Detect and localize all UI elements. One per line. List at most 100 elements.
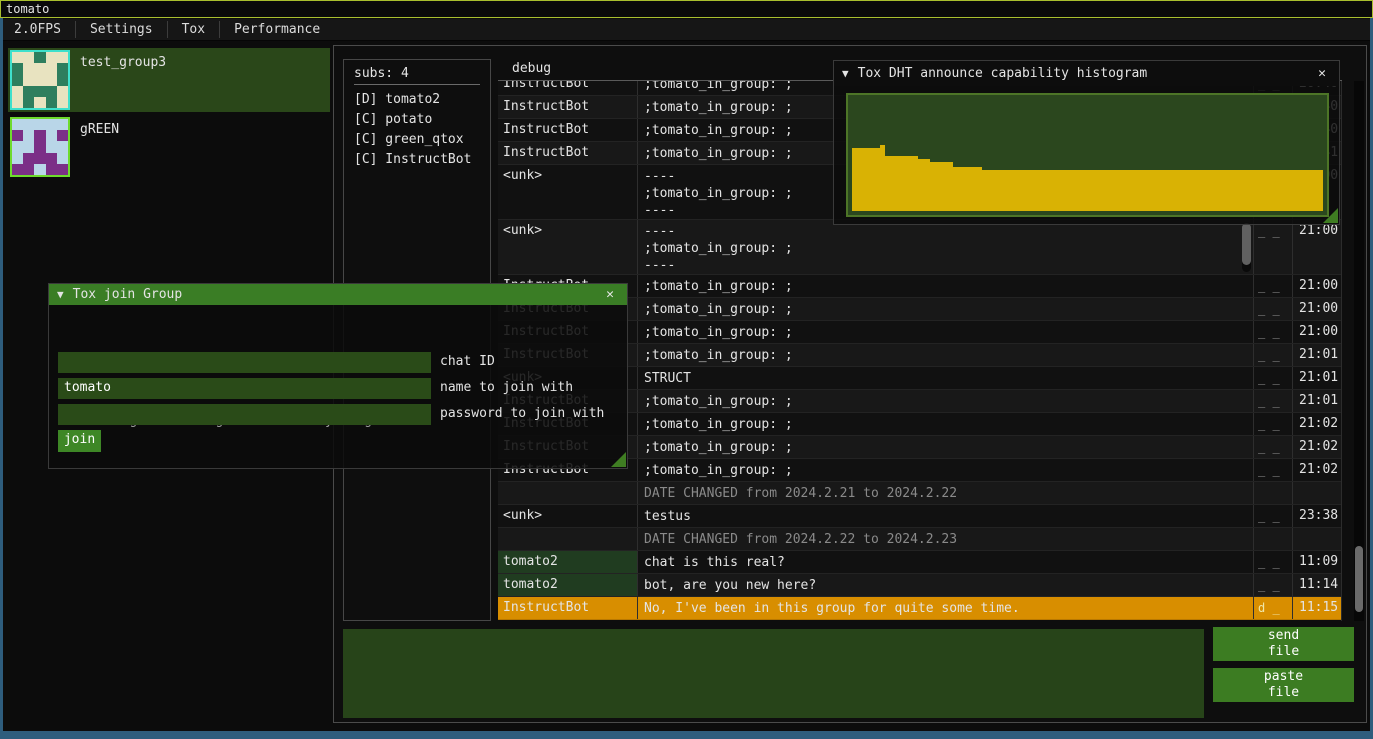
close-icon[interactable]: ✕ — [601, 287, 619, 302]
resize-grip[interactable] — [1323, 208, 1338, 223]
message-status-flags: _ _ — [1254, 574, 1293, 596]
message-text: ;tomato_in_group: ; — [638, 344, 1254, 366]
message-timestamp: 21:00 — [1293, 298, 1341, 320]
message-status-flags — [1254, 528, 1293, 550]
group-item-test_group3[interactable]: test_group3 — [8, 48, 330, 112]
subs-list: [D] tomato2[C] potato[C] green_qtox[C] I… — [354, 90, 480, 170]
message-sender — [498, 528, 638, 550]
histogram-window-titlebar[interactable]: ▼ Tox DHT announce capability histogram … — [834, 61, 1339, 86]
message-timestamp: 21:01 — [1293, 344, 1341, 366]
join-button[interactable]: join — [58, 430, 101, 452]
window-titlebar[interactable]: tomato — [0, 0, 1373, 18]
message-text: bot, are you new here? — [638, 574, 1254, 596]
subs-separator — [354, 84, 480, 85]
message-status-flags: _ _ — [1254, 298, 1293, 320]
message-sender: InstructBot — [498, 96, 638, 118]
message-timestamp: 21:00 — [1293, 275, 1341, 297]
menu-bar: 2.0FPS SettingsToxPerformance — [0, 19, 1373, 41]
send-file-button[interactable]: send file — [1213, 627, 1354, 661]
join-group-window: ▼ Tox join Group ✕ NGC refers to the New… — [48, 283, 628, 469]
join-name-input[interactable]: tomato — [58, 378, 431, 399]
join-password-input[interactable] — [58, 404, 431, 425]
message-text: ;tomato_in_group: ; — [638, 459, 1254, 481]
message-text: No, I've been in this group for quite so… — [638, 597, 1254, 619]
message-text: chat is this real? — [638, 551, 1254, 573]
group-name: test_group3 — [80, 55, 166, 70]
message-input[interactable] — [343, 629, 1204, 718]
date-changed-text: DATE CHANGED from 2024.2.22 to 2024.2.23 — [638, 528, 1254, 550]
message-status-flags: _ _ — [1254, 551, 1293, 573]
message-text: ;tomato_in_group: ; — [638, 321, 1254, 343]
join-password-input-label: password to join with — [440, 406, 604, 421]
message-text: ;tomato_in_group: ; — [638, 298, 1254, 320]
message-status-flags: _ _ — [1254, 390, 1293, 412]
chat-scrollbar[interactable] — [1354, 81, 1364, 621]
histogram-bars — [852, 95, 1323, 211]
message-inner-scrollbar-thumb[interactable] — [1242, 223, 1251, 265]
message-status-flags: _ _ — [1254, 436, 1293, 458]
collapse-arrow-icon[interactable]: ▼ — [57, 288, 64, 301]
message-timestamp — [1293, 482, 1341, 504]
message-timestamp: 11:09 — [1293, 551, 1341, 573]
member-item[interactable]: [D] tomato2 — [354, 90, 480, 110]
group-avatar — [10, 50, 70, 110]
resize-grip[interactable] — [611, 452, 626, 467]
message-timestamp: 21:02 — [1293, 436, 1341, 458]
histogram-bar-segment — [852, 148, 880, 211]
message-sender: InstructBot — [498, 142, 638, 164]
date-row: DATE CHANGED from 2024.2.22 to 2024.2.23 — [498, 528, 1341, 551]
message-text: STRUCT — [638, 367, 1254, 389]
member-item[interactable]: [C] green_qtox — [354, 130, 480, 150]
histogram-bar-segment — [982, 170, 1323, 211]
message-row: tomato2bot, are you new here?_ _11:14 — [498, 574, 1341, 597]
message-timestamp: 11:15 — [1293, 597, 1341, 619]
message-row: <unk>testus_ _23:38 — [498, 505, 1341, 528]
message-timestamp: 11:14 — [1293, 574, 1341, 596]
message-sender: <unk> — [498, 165, 638, 219]
histogram-window: ▼ Tox DHT announce capability histogram … — [833, 60, 1340, 225]
message-status-flags: _ _ — [1254, 275, 1293, 297]
message-status-flags: _ _ — [1254, 344, 1293, 366]
message-timestamp: 23:38 — [1293, 505, 1341, 527]
paste-file-button[interactable]: paste file — [1213, 668, 1354, 702]
join-window-title: Tox join Group — [73, 287, 592, 302]
message-status-flags: _ _ — [1254, 413, 1293, 435]
tab-debug[interactable]: debug — [498, 59, 565, 78]
collapse-arrow-icon[interactable]: ▼ — [842, 67, 849, 80]
message-text: ;tomato_in_group: ; — [638, 275, 1254, 297]
menu-item-tox[interactable]: Tox — [168, 19, 219, 40]
message-text: testus — [638, 505, 1254, 527]
message-row: tomato2chat is this real?_ _11:09 — [498, 551, 1341, 574]
message-timestamp — [1293, 528, 1341, 550]
member-item[interactable]: [C] potato — [354, 110, 480, 130]
message-sender: InstructBot — [498, 597, 638, 619]
message-status-flags: _ _ — [1254, 220, 1293, 274]
menu-item-settings[interactable]: Settings — [76, 19, 167, 40]
histogram-bar-segment — [918, 159, 929, 211]
group-avatar — [10, 117, 70, 177]
window-title: tomato — [6, 2, 49, 16]
histogram-bar-segment — [930, 162, 954, 211]
chat-scrollbar-thumb[interactable] — [1355, 546, 1363, 612]
message-status-flags — [1254, 482, 1293, 504]
message-sender: tomato2 — [498, 551, 638, 573]
message-sender: tomato2 — [498, 574, 638, 596]
join-name-input-label: name to join with — [440, 380, 573, 395]
message-status-flags: _ _ — [1254, 367, 1293, 389]
message-row: <unk>---- ;tomato_in_group: ; ----_ _21:… — [498, 220, 1341, 275]
join-window-titlebar[interactable]: ▼ Tox join Group ✕ — [49, 284, 627, 305]
fps-indicator: 2.0FPS — [0, 19, 75, 40]
message-status-flags: _ _ — [1254, 459, 1293, 481]
message-sender: <unk> — [498, 220, 638, 274]
message-sender: InstructBot — [498, 81, 638, 95]
chat-id-input-label: chat ID — [440, 354, 495, 369]
member-item[interactable]: [C] InstructBot — [354, 150, 480, 170]
close-icon[interactable]: ✕ — [1313, 66, 1331, 81]
histogram-window-title: Tox DHT announce capability histogram — [858, 66, 1304, 81]
menu-item-performance[interactable]: Performance — [220, 19, 334, 40]
chat-id-input[interactable] — [58, 352, 431, 373]
group-item-gREEN[interactable]: gREEN — [8, 115, 330, 179]
message-sender — [498, 482, 638, 504]
message-timestamp: 21:02 — [1293, 459, 1341, 481]
message-text: ;tomato_in_group: ; — [638, 390, 1254, 412]
